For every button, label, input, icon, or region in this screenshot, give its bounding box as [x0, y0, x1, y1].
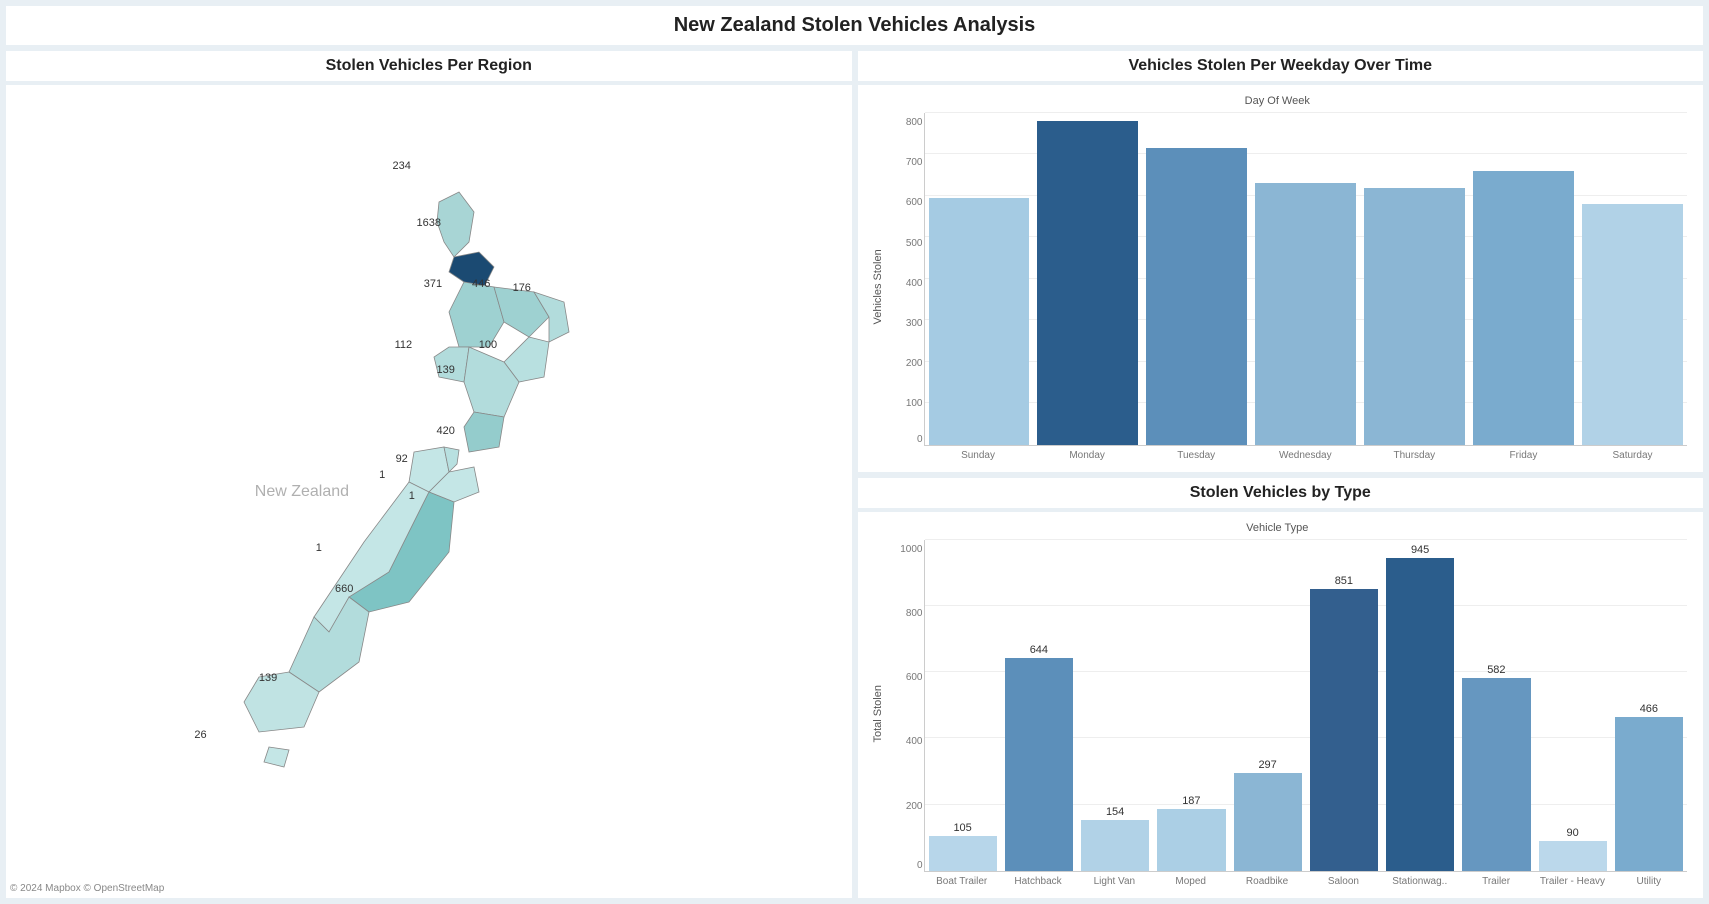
type-categories: Boat TrailerHatchbackLight VanMopedRoadb… — [924, 876, 1688, 888]
type-chart-panel: Stolen Vehicles by Type Vehicle Type Tot… — [858, 478, 1704, 899]
nz-map-svg — [149, 172, 709, 812]
bar-cell[interactable] — [1251, 113, 1360, 445]
type-chart-title: Stolen Vehicles by Type — [858, 478, 1704, 508]
dashboard-title: New Zealand Stolen Vehicles Analysis — [6, 6, 1703, 45]
region-stewart[interactable] — [264, 747, 289, 767]
bar-value-label: 644 — [1030, 644, 1048, 656]
bar[interactable] — [1234, 773, 1302, 871]
map-body[interactable]: New Zealand 234 1638 371 446 176 112 139… — [6, 85, 852, 898]
type-ylabel: Total Stolen — [868, 540, 884, 889]
bar-cell[interactable]: 582 — [1458, 540, 1534, 872]
right-panel: Vehicles Stolen Per Weekday Over Time Da… — [858, 51, 1704, 898]
category-label: Hatchback — [1000, 876, 1076, 888]
bar[interactable] — [1473, 171, 1574, 444]
region-auckland[interactable] — [449, 252, 494, 287]
bar-cell[interactable]: 466 — [1611, 540, 1687, 872]
category-label: Sunday — [924, 450, 1033, 462]
bar[interactable] — [1364, 188, 1465, 445]
bar[interactable] — [929, 198, 1030, 445]
category-label: Stationwag.. — [1382, 876, 1458, 888]
bar-cell[interactable]: 187 — [1153, 540, 1229, 872]
bar[interactable] — [1005, 658, 1073, 871]
bar-value-label: 187 — [1182, 795, 1200, 807]
category-label: Moped — [1153, 876, 1229, 888]
bar[interactable] — [1081, 820, 1149, 871]
bar-value-label: 297 — [1258, 759, 1276, 771]
map-panel: Stolen Vehicles Per Region — [6, 51, 852, 898]
category-label: Roadbike — [1229, 876, 1305, 888]
bar-cell[interactable] — [1578, 113, 1687, 445]
type-bars-row: 10008006004002000 1056441541872978519455… — [924, 540, 1688, 873]
weekday-categories: SundayMondayTuesdayWednesdayThursdayFrid… — [924, 450, 1688, 462]
bar[interactable] — [1462, 678, 1530, 871]
map-attribution: © 2024 Mapbox © OpenStreetMap — [10, 883, 164, 894]
weekday-chart-panel: Vehicles Stolen Per Weekday Over Time Da… — [858, 51, 1704, 472]
category-label: Tuesday — [1142, 450, 1251, 462]
weekday-ylabel: Vehicles Stolen — [868, 113, 884, 462]
bar-cell[interactable] — [1033, 113, 1142, 445]
category-label: Utility — [1611, 876, 1687, 888]
bar[interactable] — [929, 836, 997, 871]
category-label: Wednesday — [1251, 450, 1360, 462]
map-value-northland: 234 — [393, 160, 411, 172]
bar[interactable] — [1615, 717, 1683, 871]
category-label: Light Van — [1076, 876, 1152, 888]
bar[interactable] — [1037, 121, 1138, 444]
bar[interactable] — [1157, 809, 1225, 871]
bar-cell[interactable]: 644 — [1001, 540, 1077, 872]
bar[interactable] — [1255, 183, 1356, 444]
bar[interactable] — [1386, 558, 1454, 871]
region-taranaki[interactable] — [434, 347, 469, 382]
category-label: Trailer — [1458, 876, 1534, 888]
content-grid: Stolen Vehicles Per Region — [6, 51, 1703, 898]
bar[interactable] — [1539, 841, 1607, 871]
type-chart-body[interactable]: Vehicle Type Total Stolen 10008006004002… — [858, 512, 1704, 899]
category-label: Trailer - Heavy — [1534, 876, 1610, 888]
region-northland[interactable] — [437, 192, 474, 257]
type-chart-subtitle: Vehicle Type — [868, 522, 1688, 534]
weekday-chart-body[interactable]: Day Of Week Vehicles Stolen 800700600500… — [858, 85, 1704, 472]
bar-cell[interactable] — [1360, 113, 1469, 445]
bar-value-label: 851 — [1335, 575, 1353, 587]
category-label: Monday — [1033, 450, 1142, 462]
bar-value-label: 154 — [1106, 806, 1124, 818]
bar-cell[interactable]: 90 — [1535, 540, 1611, 872]
region-wellington[interactable] — [464, 412, 504, 452]
bar-cell[interactable]: 297 — [1230, 540, 1306, 872]
bar-value-label: 466 — [1640, 703, 1658, 715]
bar[interactable] — [1146, 148, 1247, 444]
bar-cell[interactable]: 945 — [1382, 540, 1458, 872]
bar-value-label: 105 — [953, 822, 971, 834]
category-label: Friday — [1469, 450, 1578, 462]
bar-value-label: 945 — [1411, 544, 1429, 556]
category-label: Saturday — [1578, 450, 1687, 462]
bar-value-label: 582 — [1487, 664, 1505, 676]
bar[interactable] — [1310, 589, 1378, 871]
bar-cell[interactable] — [1469, 113, 1578, 445]
weekday-chart-title: Vehicles Stolen Per Weekday Over Time — [858, 51, 1704, 81]
category-label: Boat Trailer — [924, 876, 1000, 888]
bar-cell[interactable]: 154 — [1077, 540, 1153, 872]
weekday-bars-row: 8007006005004003002001000 — [924, 113, 1688, 446]
bar-cell[interactable] — [1142, 113, 1251, 445]
weekday-chart-subtitle: Day Of Week — [868, 95, 1688, 107]
bar-cell[interactable] — [925, 113, 1034, 445]
bar-cell[interactable]: 105 — [925, 540, 1001, 872]
bar-value-label: 90 — [1567, 827, 1579, 839]
bar-cell[interactable]: 851 — [1306, 540, 1382, 872]
category-label: Saloon — [1305, 876, 1381, 888]
dashboard: New Zealand Stolen Vehicles Analysis Sto… — [6, 6, 1703, 898]
category-label: Thursday — [1360, 450, 1469, 462]
map-title: Stolen Vehicles Per Region — [6, 51, 852, 81]
bar[interactable] — [1582, 204, 1683, 444]
